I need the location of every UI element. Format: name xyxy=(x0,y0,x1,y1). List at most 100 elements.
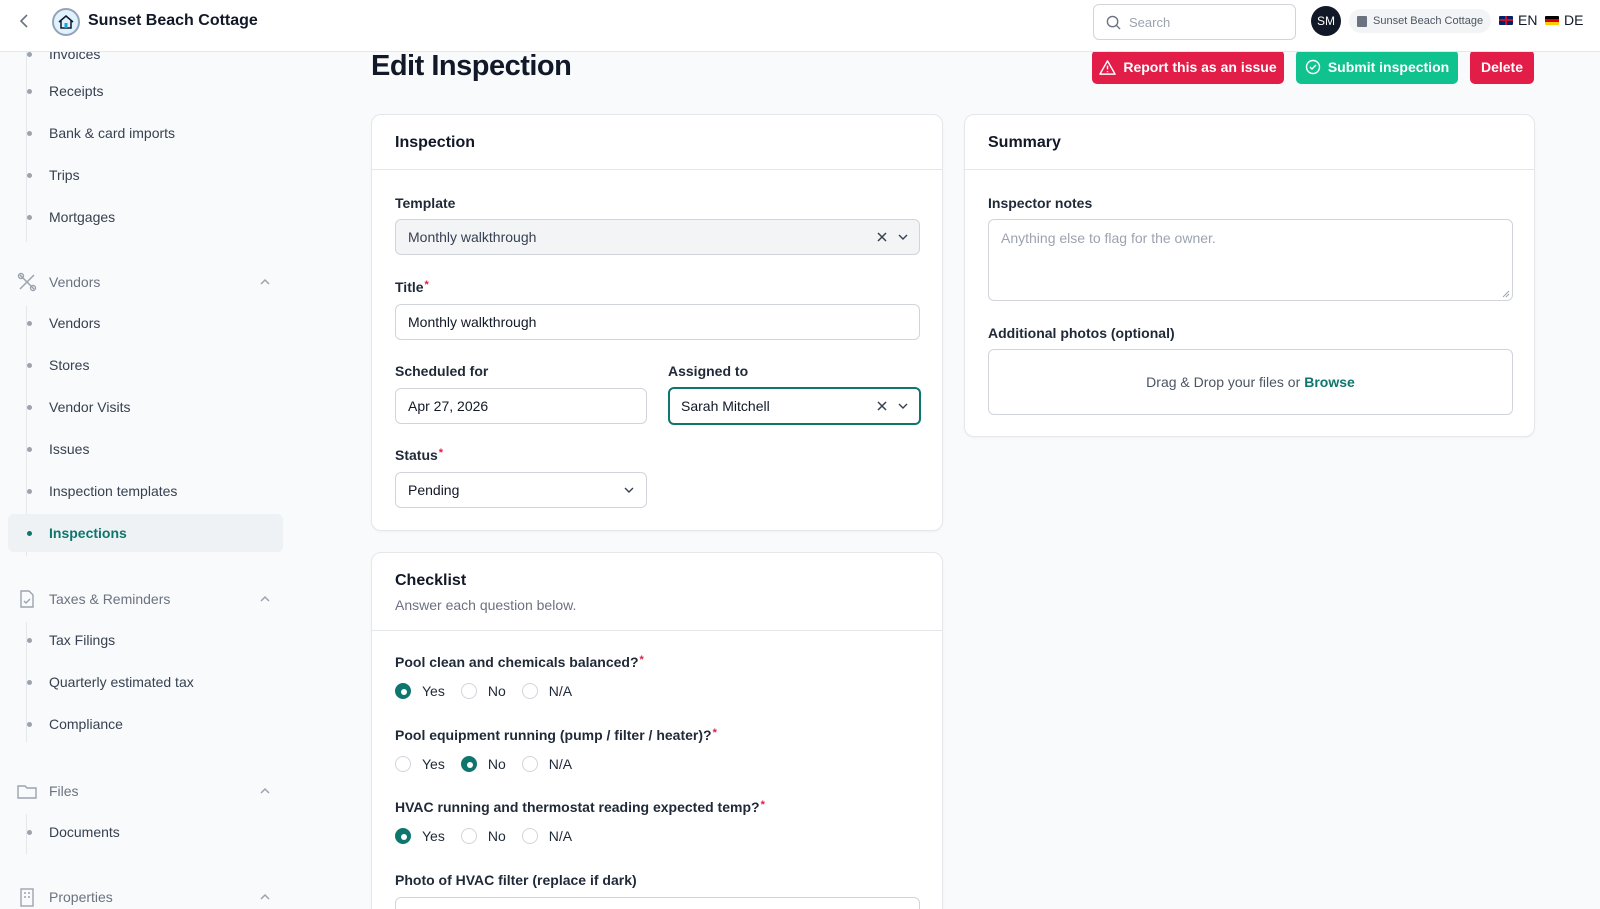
sidebar-section-label: Taxes & Reminders xyxy=(49,591,171,607)
browse-link[interactable]: Browse xyxy=(1304,374,1355,390)
radio-button[interactable] xyxy=(395,828,411,844)
sidebar-item-bank-imports[interactable]: Bank & card imports xyxy=(8,114,283,152)
language-de[interactable]: DE xyxy=(1545,12,1583,28)
sidebar-item-compliance[interactable]: Compliance xyxy=(8,705,283,743)
title-value: Monthly walkthrough xyxy=(408,314,537,330)
back-button[interactable] xyxy=(14,10,36,32)
bullet-icon xyxy=(27,721,32,727)
delete-button[interactable]: Delete xyxy=(1470,50,1534,84)
radio-button[interactable] xyxy=(460,828,477,844)
sidebar-section-vendors[interactable]: Vendors xyxy=(8,263,283,301)
sidebar-item-tax-filings[interactable]: Tax Filings xyxy=(8,621,283,659)
sidebar-item-quarterly-tax[interactable]: Quarterly estimated tax xyxy=(8,663,283,701)
sidebar-item-mortgages[interactable]: Mortgages xyxy=(8,198,283,236)
chevron-down-icon xyxy=(898,403,908,409)
language-en[interactable]: EN xyxy=(1499,12,1537,28)
sidebar-item-vendor-visits[interactable]: Vendor Visits xyxy=(8,388,283,426)
radio-option-na[interactable]: N/A xyxy=(521,756,572,772)
clear-icon[interactable] xyxy=(876,400,888,412)
top-bar: Sunset Beach Cottage SM Sunset Beach Cot… xyxy=(0,0,1600,52)
inspector-notes-label: Inspector notes xyxy=(988,195,1093,211)
clear-icon[interactable] xyxy=(876,231,888,243)
status-select[interactable]: Pending xyxy=(395,472,647,508)
sidebar-section-taxes[interactable]: Taxes & Reminders xyxy=(8,580,283,618)
radio-option-na[interactable]: N/A xyxy=(521,828,572,844)
assigned-select[interactable]: Sarah Mitchell xyxy=(668,387,921,425)
radio-button[interactable] xyxy=(395,683,411,699)
radio-button[interactable] xyxy=(521,828,538,844)
search-input[interactable] xyxy=(1129,14,1279,30)
sidebar-item-inspection-templates[interactable]: Inspection templates xyxy=(8,472,283,510)
bullet-icon xyxy=(27,130,32,136)
warning-icon xyxy=(1099,59,1117,75)
radio-option-no[interactable]: No xyxy=(460,756,506,772)
resize-handle-icon[interactable] xyxy=(1502,290,1510,298)
bullet-icon xyxy=(27,362,32,368)
bullet-icon xyxy=(27,488,32,494)
sidebar-section-label: Vendors xyxy=(49,274,101,290)
inspector-notes-textarea[interactable] xyxy=(988,219,1513,301)
template-select[interactable]: Monthly walkthrough xyxy=(395,219,920,255)
title-input[interactable]: Monthly walkthrough xyxy=(395,304,920,340)
check-circle-icon xyxy=(1305,59,1321,75)
sidebar-item-label: Documents xyxy=(49,824,120,840)
sidebar-item-inspections[interactable]: Inspections xyxy=(8,514,283,552)
bullet-icon xyxy=(27,637,32,643)
sidebar-item-issues[interactable]: Issues xyxy=(8,430,283,468)
bullet-icon xyxy=(27,214,32,220)
scheduled-label: Scheduled for xyxy=(395,363,489,379)
radio-option-no[interactable]: No xyxy=(460,828,506,844)
building-icon xyxy=(1357,15,1367,27)
sidebar-item-label: Mortgages xyxy=(49,209,116,225)
search-box[interactable] xyxy=(1093,4,1296,40)
summary-card: Summary Inspector notes Additional photo… xyxy=(964,114,1535,437)
sidebar-section-properties[interactable]: Properties xyxy=(8,878,283,909)
radio-option-yes[interactable]: Yes xyxy=(395,683,445,699)
submit-inspection-button[interactable]: Submit inspection xyxy=(1296,50,1458,84)
template-label: Template xyxy=(395,195,456,211)
property-switcher[interactable]: Sunset Beach Cottage xyxy=(1349,9,1492,33)
radio-option-na[interactable]: N/A xyxy=(521,683,572,699)
question-hvac-filter-photo: Photo of HVAC filter (replace if dark) xyxy=(395,872,637,888)
tools-icon xyxy=(17,272,37,292)
assigned-label: Assigned to xyxy=(668,363,749,379)
hvac-photo-dropzone[interactable] xyxy=(395,897,920,909)
radio-option-yes[interactable]: Yes xyxy=(395,756,445,772)
report-issue-button[interactable]: Report this as an issue xyxy=(1092,50,1284,84)
card-subtitle: Answer each question below. xyxy=(395,597,577,613)
chevron-down-icon xyxy=(624,487,634,493)
photo-dropzone[interactable]: Drag & Drop your files or Browse xyxy=(988,349,1513,415)
radio-button[interactable] xyxy=(395,756,411,772)
sidebar-item-trips[interactable]: Trips xyxy=(8,156,283,194)
sidebar-item-invoices[interactable]: Invoices xyxy=(8,52,283,73)
question-pool-equipment: Pool equipment running (pump / filter / … xyxy=(395,727,717,743)
card-title: Summary xyxy=(988,134,1061,151)
chevron-left-icon xyxy=(19,14,28,28)
sidebar-item-documents[interactable]: Documents xyxy=(8,813,283,851)
search-icon xyxy=(1106,15,1121,30)
radio-button[interactable] xyxy=(521,756,538,772)
sidebar-section-files[interactable]: Files xyxy=(8,772,283,810)
sidebar-item-vendors[interactable]: Vendors xyxy=(8,304,283,342)
inspector-notes-input[interactable] xyxy=(1001,230,1500,286)
sidebar-item-receipts[interactable]: Receipts xyxy=(8,72,283,110)
scheduled-date-input[interactable]: Apr 27, 2026 xyxy=(395,388,647,424)
radio-option-yes[interactable]: Yes xyxy=(395,828,445,844)
sidebar-item-stores[interactable]: Stores xyxy=(8,346,283,384)
chevron-up-icon xyxy=(260,595,270,602)
user-avatar[interactable]: SM xyxy=(1311,6,1341,36)
bullet-icon xyxy=(27,679,32,685)
bullet-icon xyxy=(27,404,32,410)
photos-label: Additional photos (optional) xyxy=(988,325,1175,341)
app-logo xyxy=(52,8,80,36)
bullet-icon xyxy=(27,829,32,835)
radio-option-no[interactable]: No xyxy=(460,683,506,699)
germany-flag-icon xyxy=(1545,15,1559,25)
template-value: Monthly walkthrough xyxy=(408,229,537,245)
radio-button[interactable] xyxy=(521,683,538,699)
sidebar-item-label: Tax Filings xyxy=(49,632,116,648)
radio-button[interactable] xyxy=(460,683,477,699)
radio-button[interactable] xyxy=(460,756,477,772)
card-header: Summary xyxy=(965,115,1534,170)
sidebar-item-label: Quarterly estimated tax xyxy=(49,674,194,690)
